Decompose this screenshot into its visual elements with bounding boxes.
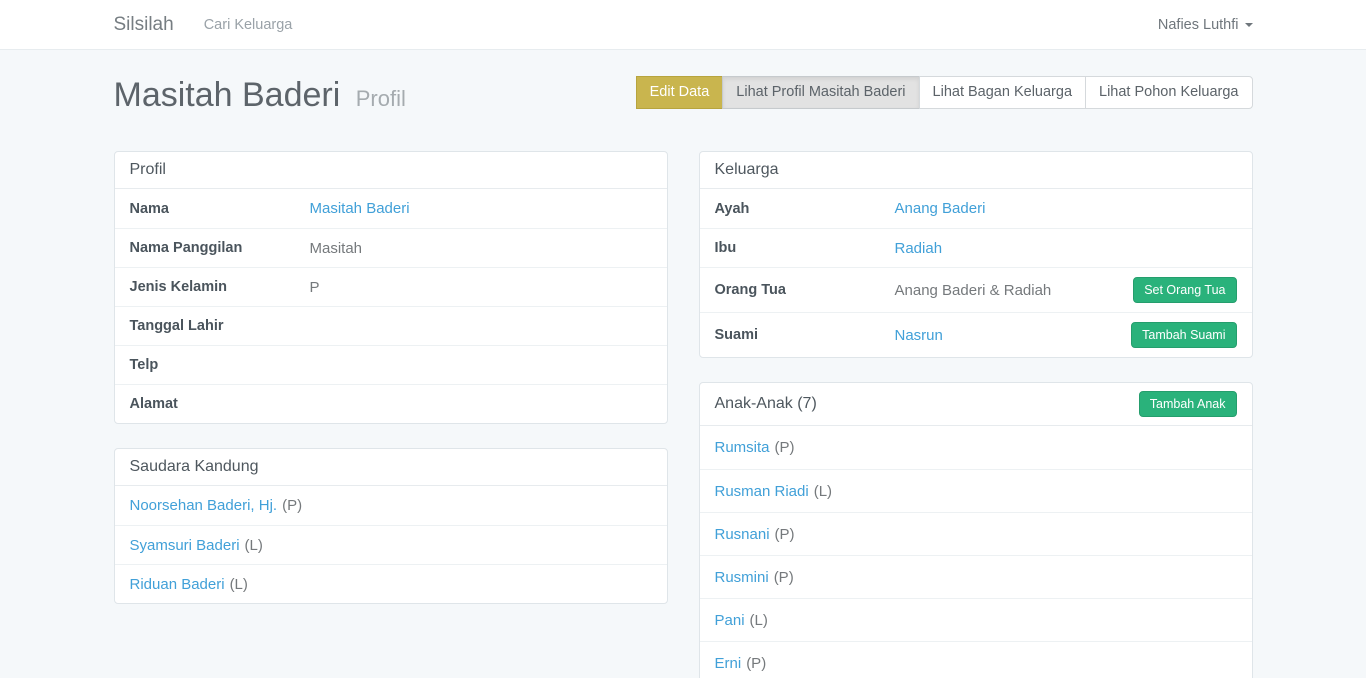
list-item: Rusmini (P) bbox=[700, 555, 1252, 598]
panel-saudara-kandung: Saudara Kandung Noorsehan Baderi, Hj. (P… bbox=[114, 448, 668, 604]
table-row: Ayah Anang Baderi bbox=[700, 189, 1252, 228]
table-row: Nama Masitah Baderi bbox=[115, 189, 667, 228]
person-link[interactable]: Rusmini bbox=[715, 569, 769, 586]
user-menu[interactable]: Nafies Luthfi bbox=[1158, 17, 1253, 33]
person-link[interactable]: Pani bbox=[715, 612, 745, 629]
page-header: Masitah Baderi Profil Edit Data Lihat Pr… bbox=[114, 75, 1253, 119]
row-label: Orang Tua bbox=[715, 282, 895, 298]
list-item: Rusman Riadi (L) bbox=[700, 469, 1252, 512]
row-label: Nama bbox=[130, 201, 310, 217]
gender-label: (P) bbox=[774, 569, 794, 586]
table-row: Ibu Radiah bbox=[700, 228, 1252, 267]
table-row: Jenis Kelamin P bbox=[115, 267, 667, 306]
gender-label: (P) bbox=[775, 526, 795, 543]
panel-title-text: Keluarga bbox=[715, 161, 779, 179]
panel-saudara-title: Saudara Kandung bbox=[115, 449, 667, 486]
gender-label: (P) bbox=[746, 655, 766, 672]
person-link[interactable]: Erni bbox=[715, 655, 742, 672]
list-item: Riduan Baderi (L) bbox=[115, 564, 667, 603]
navbar: Silsilah Cari Keluarga Nafies Luthfi bbox=[0, 0, 1366, 50]
page-title: Masitah Baderi Profil bbox=[114, 75, 406, 119]
content-columns: Profil Nama Masitah Baderi Nama Panggila… bbox=[114, 151, 1253, 678]
row-value[interactable]: Radiah bbox=[895, 240, 1237, 257]
row-value[interactable]: Nasrun bbox=[895, 327, 1132, 344]
row-label: Ibu bbox=[715, 240, 895, 256]
table-row: Nama Panggilan Masitah bbox=[115, 228, 667, 267]
gender-label: (P) bbox=[282, 497, 302, 514]
navbar-container: Silsilah Cari Keluarga Nafies Luthfi bbox=[114, 0, 1253, 49]
brand-silsilah[interactable]: Silsilah bbox=[114, 14, 174, 36]
table-row: Orang Tua Anang Baderi & Radiah Set Oran… bbox=[700, 267, 1252, 312]
person-link[interactable]: Rusnani bbox=[715, 526, 770, 543]
table-row: Suami Nasrun Tambah Suami bbox=[700, 312, 1252, 357]
caret-down-icon bbox=[1245, 23, 1253, 27]
row-label: Alamat bbox=[130, 396, 310, 412]
table-row: Telp bbox=[115, 345, 667, 384]
gender-label: (L) bbox=[245, 537, 263, 554]
panel-keluarga: Keluarga Ayah Anang Baderi Ibu Radiah bbox=[699, 151, 1253, 358]
left-column: Profil Nama Masitah Baderi Nama Panggila… bbox=[114, 151, 668, 628]
edit-data-button[interactable]: Edit Data bbox=[636, 76, 724, 109]
row-value: Anang Baderi & Radiah bbox=[895, 282, 1134, 299]
row-value: P bbox=[310, 279, 652, 296]
panel-profil: Profil Nama Masitah Baderi Nama Panggila… bbox=[114, 151, 668, 424]
person-name: Masitah Baderi bbox=[114, 76, 341, 114]
person-link[interactable]: Noorsehan Baderi, Hj. bbox=[130, 497, 278, 514]
list-item: Rusnani (P) bbox=[700, 512, 1252, 555]
lihat-bagan-keluarga-button[interactable]: Lihat Bagan Keluarga bbox=[919, 76, 1086, 109]
row-label: Ayah bbox=[715, 201, 895, 217]
person-link[interactable]: Syamsuri Baderi bbox=[130, 537, 240, 554]
person-link[interactable]: Riduan Baderi bbox=[130, 576, 225, 593]
keluarga-rows: Ayah Anang Baderi Ibu Radiah Orang Tua bbox=[700, 189, 1252, 357]
row-label: Nama Panggilan bbox=[130, 240, 310, 256]
row-label: Telp bbox=[130, 357, 310, 373]
saudara-rows: Noorsehan Baderi, Hj. (P) Syamsuri Bader… bbox=[115, 486, 667, 603]
panel-anak-title: Anak-Anak (7) Tambah Anak bbox=[700, 383, 1252, 426]
table-row: Tanggal Lahir bbox=[115, 306, 667, 345]
right-column: Keluarga Ayah Anang Baderi Ibu Radiah bbox=[699, 151, 1253, 678]
panel-title-text: Saudara Kandung bbox=[130, 458, 259, 476]
anak-rows: Rumsita (P) Rusman Riadi (L) Rusnani (P) bbox=[700, 426, 1252, 678]
navbar-right: Nafies Luthfi bbox=[1158, 17, 1253, 33]
lihat-pohon-keluarga-button[interactable]: Lihat Pohon Keluarga bbox=[1085, 76, 1252, 109]
row-action-button[interactable]: Set Orang Tua bbox=[1133, 277, 1236, 303]
panel-profil-title: Profil bbox=[115, 152, 667, 189]
row-action-button[interactable]: Tambah Suami bbox=[1131, 322, 1236, 348]
gender-label: (L) bbox=[750, 612, 768, 629]
list-item: Erni (P) bbox=[700, 641, 1252, 678]
panel-title-text: Profil bbox=[130, 161, 166, 179]
panel-title-text: Anak-Anak (7) bbox=[715, 395, 817, 413]
profil-rows: Nama Masitah Baderi Nama Panggilan Masit… bbox=[115, 189, 667, 423]
list-item: Syamsuri Baderi (L) bbox=[115, 525, 667, 564]
gender-label: (P) bbox=[775, 439, 795, 456]
gender-label: (L) bbox=[814, 483, 832, 500]
page-subtitle: Profil bbox=[356, 86, 406, 111]
row-label: Suami bbox=[715, 327, 895, 343]
row-label: Tanggal Lahir bbox=[130, 318, 310, 334]
row-value: Masitah bbox=[310, 240, 652, 257]
person-link[interactable]: Rumsita bbox=[715, 439, 770, 456]
list-item: Noorsehan Baderi, Hj. (P) bbox=[115, 486, 667, 525]
main-content: Masitah Baderi Profil Edit Data Lihat Pr… bbox=[114, 75, 1253, 678]
row-label: Jenis Kelamin bbox=[130, 279, 310, 295]
nav-cari-keluarga[interactable]: Cari Keluarga bbox=[204, 17, 293, 33]
gender-label: (L) bbox=[230, 576, 248, 593]
row-value[interactable]: Masitah Baderi bbox=[310, 200, 652, 217]
list-item: Rumsita (P) bbox=[700, 426, 1252, 469]
person-link[interactable]: Rusman Riadi bbox=[715, 483, 809, 500]
panel-anak-anak: Anak-Anak (7) Tambah Anak Rumsita (P) Ru… bbox=[699, 382, 1253, 678]
lihat-profil-button[interactable]: Lihat Profil Masitah Baderi bbox=[722, 76, 919, 109]
user-name: Nafies Luthfi bbox=[1158, 17, 1239, 33]
tambah-anak-button[interactable]: Tambah Anak bbox=[1139, 391, 1237, 417]
panel-keluarga-title: Keluarga bbox=[700, 152, 1252, 189]
list-item: Pani (L) bbox=[700, 598, 1252, 641]
table-row: Alamat bbox=[115, 384, 667, 423]
row-value[interactable]: Anang Baderi bbox=[895, 200, 1237, 217]
profile-actions: Edit Data Lihat Profil Masitah Baderi Li… bbox=[637, 76, 1253, 109]
